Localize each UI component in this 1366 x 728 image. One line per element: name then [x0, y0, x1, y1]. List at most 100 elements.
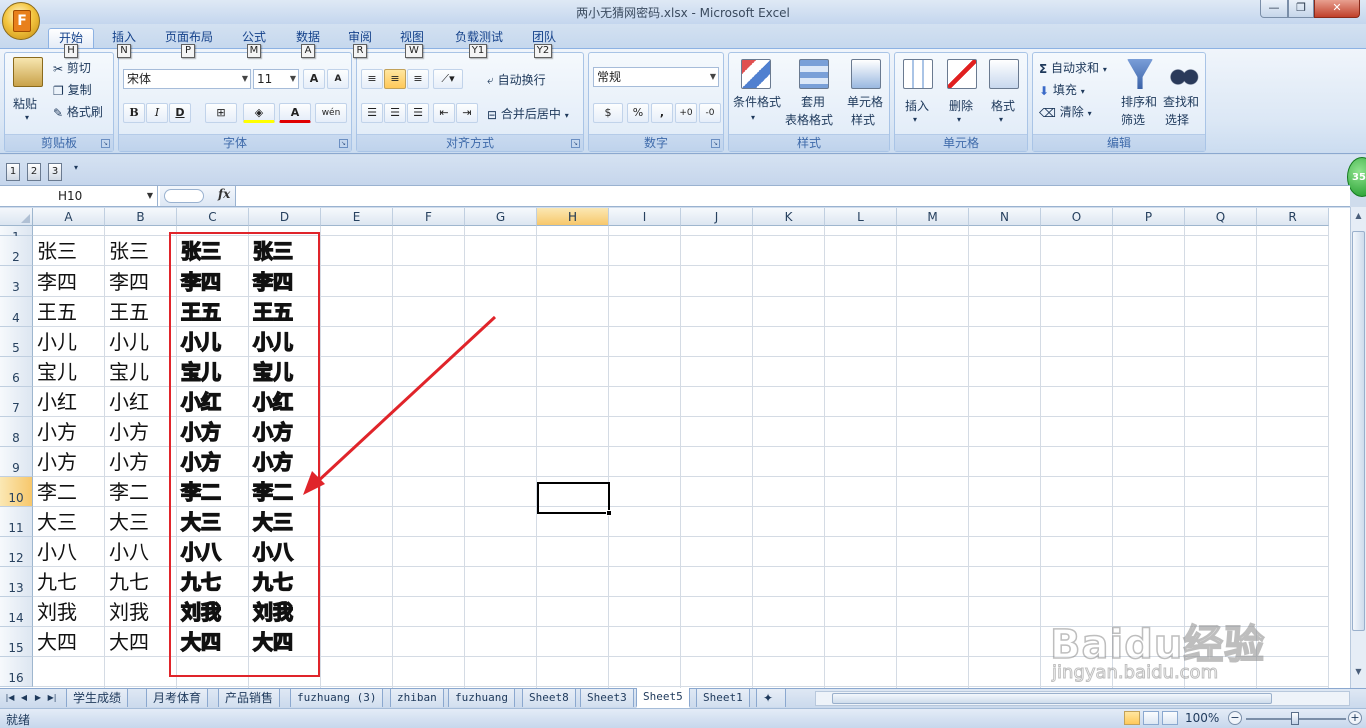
page-break-view-button[interactable]: [1162, 711, 1178, 725]
sheet-tab-3[interactable]: 产品销售: [218, 689, 281, 707]
underline-button[interactable]: D: [169, 103, 191, 123]
delete-cells-icon[interactable]: [947, 59, 977, 89]
paste-icon[interactable]: [13, 57, 43, 87]
orientation-button[interactable]: ⟋▾: [433, 69, 463, 89]
sheet-tab-2[interactable]: 月考体育: [146, 689, 209, 707]
close-button[interactable]: ✕: [1314, 0, 1360, 18]
paste-button[interactable]: 粘贴: [13, 95, 37, 112]
qat-item-3[interactable]: 3: [48, 163, 62, 181]
format-painter-button[interactable]: ✎ 格式刷: [53, 103, 103, 120]
cut-button[interactable]: ✂ 剪切: [53, 59, 91, 76]
percent-button[interactable]: %: [627, 103, 649, 123]
font-name-combo[interactable]: 宋体 ▼: [123, 69, 251, 89]
merge-center-button[interactable]: ⊟ 合并后居中 ▾: [487, 105, 569, 122]
currency-button[interactable]: $: [593, 103, 623, 123]
insert-function-icon[interactable]: fx: [218, 187, 230, 201]
table-format-icon[interactable]: [799, 59, 829, 89]
fill-color-button[interactable]: ◈: [243, 103, 275, 123]
insert-cells-button[interactable]: 插入: [905, 97, 929, 114]
zoom-slider-thumb[interactable]: [1291, 712, 1299, 725]
name-box[interactable]: H10 ▼: [0, 186, 158, 206]
vertical-scrollbar[interactable]: ▲ ▼: [1350, 207, 1366, 688]
next-sheet-icon[interactable]: ▶: [32, 691, 44, 705]
chevron-down-icon[interactable]: ▾: [751, 113, 755, 122]
scroll-up-icon[interactable]: ▲: [1352, 211, 1365, 225]
bold-button[interactable]: B: [123, 103, 145, 123]
sheet-tab-4[interactable]: fuzhuang (3): [290, 689, 384, 707]
office-button[interactable]: F: [2, 2, 40, 40]
sort-filter-button-a[interactable]: 排序和: [1121, 93, 1157, 110]
last-sheet-icon[interactable]: ▶|: [46, 691, 58, 705]
chevron-down-icon[interactable]: ▾: [913, 115, 917, 124]
grow-font-button[interactable]: A: [303, 69, 325, 89]
fill-button[interactable]: ⬇ 填充 ▾: [1039, 81, 1085, 98]
shrink-font-button[interactable]: A: [327, 69, 349, 89]
phonetic-button[interactable]: wén: [315, 103, 347, 123]
chevron-down-icon[interactable]: ▾: [999, 115, 1003, 124]
conditional-format-button[interactable]: 条件格式: [733, 93, 781, 110]
alignment-dialog-launcher-icon[interactable]: ↘: [571, 139, 580, 148]
sheet-tab-9[interactable]: Sheet5: [636, 688, 690, 708]
page-layout-view-button[interactable]: [1143, 711, 1159, 725]
format-cells-button[interactable]: 格式: [991, 97, 1015, 114]
prev-sheet-icon[interactable]: ◀: [18, 691, 30, 705]
clear-button[interactable]: ⌫ 清除 ▾: [1039, 103, 1092, 120]
formula-input[interactable]: [240, 186, 1340, 206]
wrap-text-button[interactable]: ⤶ 自动换行: [487, 71, 546, 88]
comma-button[interactable]: ,: [651, 103, 673, 123]
increase-decimal-button[interactable]: +0: [675, 103, 697, 123]
format-cells-icon[interactable]: [989, 59, 1019, 89]
normal-view-button[interactable]: [1124, 711, 1140, 725]
insert-sheet-button[interactable]: ✦: [756, 689, 786, 707]
autosum-button[interactable]: Σ 自动求和 ▾: [1039, 59, 1107, 76]
horizontal-scroll-thumb[interactable]: [832, 693, 1272, 704]
border-button[interactable]: ⊞: [205, 103, 237, 123]
sheet-tab-6[interactable]: fuzhuang: [448, 689, 515, 707]
align-right-button[interactable]: ☰: [407, 103, 429, 123]
find-select-button-b[interactable]: 选择: [1165, 111, 1189, 128]
decrease-decimal-button[interactable]: -0: [699, 103, 721, 123]
horizontal-scrollbar[interactable]: [815, 691, 1350, 706]
table-format-button-b[interactable]: 表格格式: [785, 111, 833, 128]
vertical-scroll-thumb[interactable]: [1352, 231, 1365, 631]
first-sheet-icon[interactable]: |◀: [4, 691, 16, 705]
sheet-tab-5[interactable]: zhiban: [390, 689, 444, 707]
conditional-format-icon[interactable]: [741, 59, 771, 89]
zoom-in-button[interactable]: +: [1348, 711, 1362, 725]
cell-style-button-b[interactable]: 样式: [851, 111, 875, 128]
scroll-down-icon[interactable]: ▼: [1352, 667, 1365, 681]
copy-button[interactable]: ❐ 复制: [53, 81, 92, 98]
number-format-combo[interactable]: 常规 ▼: [593, 67, 719, 87]
minimize-button[interactable]: —: [1260, 0, 1288, 18]
worksheet-grid[interactable]: ABCDEFGHIJKLMNOPQR 123456789101112131415…: [0, 208, 1350, 688]
cell-style-button-a[interactable]: 单元格: [847, 93, 883, 110]
find-select-button-a[interactable]: 查找和: [1163, 93, 1199, 110]
align-middle-button[interactable]: ≡: [384, 69, 406, 89]
qat-customize-icon[interactable]: ▾: [74, 163, 78, 172]
font-size-combo[interactable]: 11 ▼: [253, 69, 299, 89]
align-bottom-button[interactable]: ≡: [407, 69, 429, 89]
delete-cells-button[interactable]: 删除: [949, 97, 973, 114]
zoom-out-button[interactable]: −: [1228, 711, 1242, 725]
restore-button[interactable]: ❐: [1288, 0, 1314, 18]
sort-filter-button-b[interactable]: 筛选: [1121, 111, 1145, 128]
font-dialog-launcher-icon[interactable]: ↘: [339, 139, 348, 148]
increase-indent-button[interactable]: ⇥: [456, 103, 478, 123]
number-dialog-launcher-icon[interactable]: ↘: [711, 139, 720, 148]
align-center-button[interactable]: ☰: [384, 103, 406, 123]
qat-item-1[interactable]: 1: [6, 163, 20, 181]
table-format-button-a[interactable]: 套用: [801, 93, 825, 110]
cell-style-icon[interactable]: [851, 59, 881, 89]
italic-button[interactable]: I: [146, 103, 168, 123]
decrease-indent-button[interactable]: ⇤: [433, 103, 455, 123]
insert-cells-icon[interactable]: [903, 59, 933, 89]
binoculars-icon[interactable]: [1169, 59, 1199, 89]
sheet-tab-7[interactable]: Sheet8: [522, 689, 576, 707]
sheet-tab-8[interactable]: Sheet3: [580, 689, 634, 707]
sheet-tab-10[interactable]: Sheet1: [696, 689, 750, 707]
sheet-tab-1[interactable]: 学生成绩: [66, 689, 129, 707]
align-top-button[interactable]: ≡: [361, 69, 383, 89]
align-left-button[interactable]: ☰: [361, 103, 383, 123]
qat-item-2[interactable]: 2: [27, 163, 41, 181]
formula-bar-resize-handle[interactable]: [164, 189, 204, 203]
